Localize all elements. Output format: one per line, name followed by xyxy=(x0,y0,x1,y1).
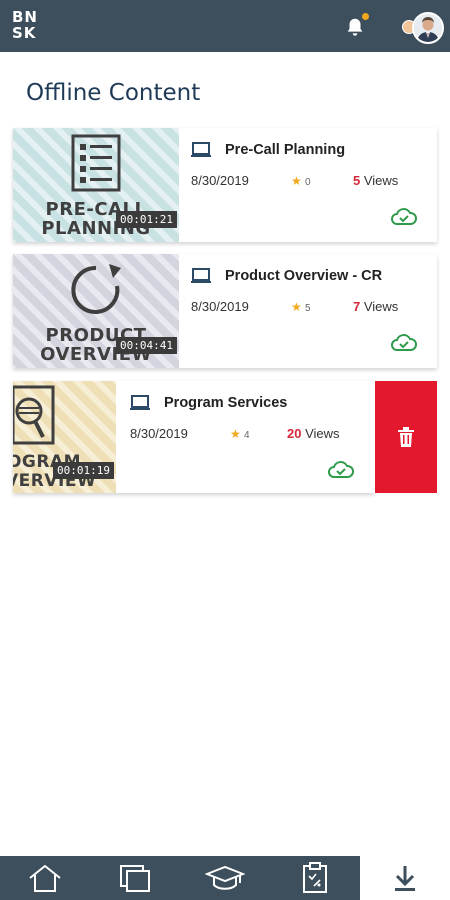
content-date: 8/30/2019 xyxy=(191,173,249,188)
nav-library[interactable] xyxy=(90,856,180,900)
content-thumbnail[interactable]: PRE-CALL PLANNING 00:01:21 xyxy=(13,128,179,242)
nav-tasks[interactable] xyxy=(270,856,360,900)
clipboard-icon xyxy=(303,862,327,893)
content-card-product-overview[interactable]: PRODUCT OVERVIEW 00:04:41 Product Overvi… xyxy=(13,254,437,368)
cloud-check-icon xyxy=(391,334,417,351)
content-thumbnail[interactable]: OGRAM VERVIEW 00:01:19 xyxy=(13,381,116,493)
delete-button[interactable] xyxy=(375,381,437,493)
laptop-icon xyxy=(130,395,150,410)
content-card-program-services[interactable]: OGRAM VERVIEW 00:01:19 Program Services … xyxy=(13,381,375,493)
user-avatar[interactable] xyxy=(412,12,444,44)
star-icon: ★ xyxy=(291,174,302,188)
video-duration: 00:04:41 xyxy=(116,337,177,354)
video-duration: 00:01:19 xyxy=(53,462,114,479)
content-title[interactable]: Product Overview - CR xyxy=(225,268,382,284)
stacked-squares-icon xyxy=(120,865,150,892)
cloud-check-icon xyxy=(328,461,354,478)
content-date: 8/30/2019 xyxy=(191,299,249,314)
views-count: 5 Views xyxy=(353,173,399,188)
app-logo[interactable]: BN SK xyxy=(12,9,38,41)
content-title[interactable]: Program Services xyxy=(164,395,287,411)
nav-home[interactable] xyxy=(0,856,90,900)
page-title: Offline Content xyxy=(26,80,201,106)
home-icon xyxy=(29,864,61,892)
rating-value: 0 xyxy=(305,177,311,188)
rating-value: 5 xyxy=(305,303,311,314)
content-card-pre-call-planning[interactable]: PRE-CALL PLANNING 00:01:21 Pre-Call Plan… xyxy=(13,128,437,242)
logo-line-1: BN xyxy=(12,8,38,26)
views-count: 7 Views xyxy=(353,299,399,314)
star-icon: ★ xyxy=(230,427,241,441)
views-count: 20 Views xyxy=(287,426,340,441)
cloud-check-icon xyxy=(391,208,417,225)
logo-line-2: SK xyxy=(12,24,37,42)
rating-value: 4 xyxy=(244,430,250,441)
download-icon xyxy=(395,866,415,891)
nav-learning[interactable] xyxy=(180,856,270,900)
content-title[interactable]: Pre-Call Planning xyxy=(225,142,345,158)
nav-downloads[interactable] xyxy=(360,856,450,900)
app-header: BN SK xyxy=(0,0,450,52)
trash-icon xyxy=(398,427,414,447)
star-icon: ★ xyxy=(291,300,302,314)
graduation-cap-icon xyxy=(205,865,245,890)
laptop-icon xyxy=(191,268,211,283)
bottom-navigation xyxy=(0,856,450,900)
content-thumbnail[interactable]: PRODUCT OVERVIEW 00:04:41 xyxy=(13,254,179,368)
notification-dot xyxy=(362,13,369,20)
video-duration: 00:01:21 xyxy=(116,211,177,228)
laptop-icon xyxy=(191,142,211,157)
content-date: 8/30/2019 xyxy=(130,426,188,441)
